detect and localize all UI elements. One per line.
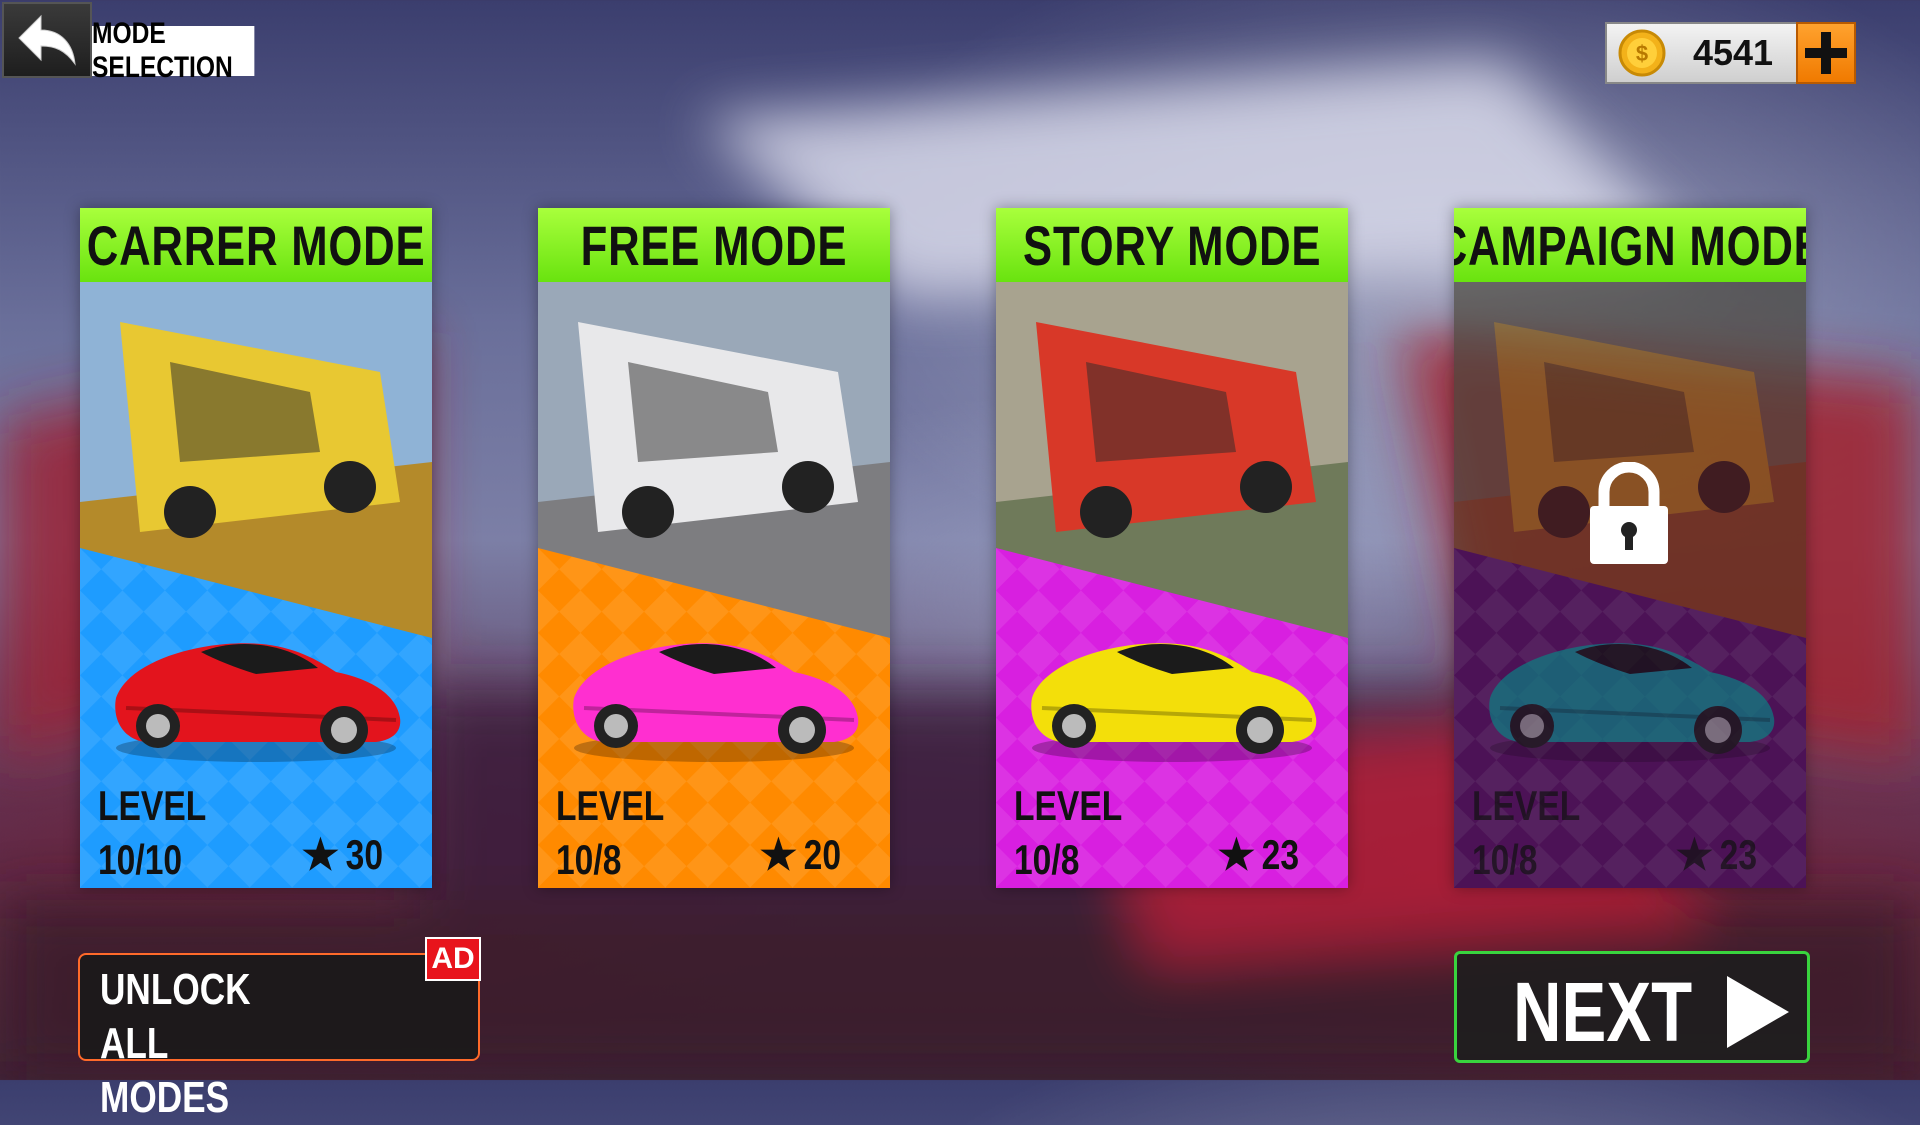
level-label: LEVEL [98,782,207,829]
unlock-all-modes-button[interactable]: UNLOCK ALL MODES [78,953,480,1122]
svg-text:$: $ [1636,41,1648,66]
star-icon: ★ [301,831,340,878]
level-label: LEVEL [556,782,665,829]
star-count: ★ 30 [301,830,384,879]
back-button[interactable] [2,2,92,78]
add-coins-button[interactable] [1796,22,1856,84]
star-count: ★ 23 [1217,830,1300,879]
coin-amount: 4541 [1692,32,1774,73]
level-value: 10/8 [1472,836,1538,883]
page-title: MODE SELECTION [92,17,255,84]
coin-icon: $ [1618,29,1666,77]
lock-icon [1590,462,1668,564]
mode-card-4[interactable]: CAMPAIGN MODE LEVEL 10/8 ★ 23 [1454,208,1806,888]
mode-title: CAMPAIGN MODE [1454,208,1806,282]
star-count: ★ 23 [1675,830,1758,879]
next-button[interactable]: NEXT [1454,951,1810,1063]
star-count: ★ 20 [759,830,842,879]
coin-balance: $ 4541 [1605,22,1801,84]
star-icon: ★ [1675,831,1714,878]
level-value: 10/8 [556,836,622,883]
sports-car-image [115,643,401,762]
level-value: 10/8 [1014,836,1080,883]
sports-car-image [1031,643,1317,762]
sports-car-image [573,643,859,762]
mode-title: STORY MODE [996,208,1348,282]
mode-title: CARRER MODE [80,208,432,282]
star-icon: ★ [759,831,798,878]
unlock-all-label: UNLOCK ALL MODES [100,965,251,1122]
play-arrow-icon [1727,976,1789,1048]
ad-badge: AD [425,937,481,981]
level-label: LEVEL [1472,782,1581,829]
plus-icon [1805,32,1847,74]
mode-card-1[interactable]: CARRER MODE LEVEL 10/10 ★ 30 [80,208,432,888]
mode-title: FREE MODE [538,208,890,282]
star-icon: ★ [1217,831,1256,878]
back-arrow-icon [18,14,76,66]
level-value: 10/10 [98,836,183,883]
mode-card-3[interactable]: STORY MODE LEVEL 10/8 ★ 23 [996,208,1348,888]
level-label: LEVEL [1014,782,1123,829]
mode-card-2[interactable]: FREE MODE LEVEL 10/8 ★ 20 [538,208,890,888]
next-label: NEXT [1513,965,1693,1059]
